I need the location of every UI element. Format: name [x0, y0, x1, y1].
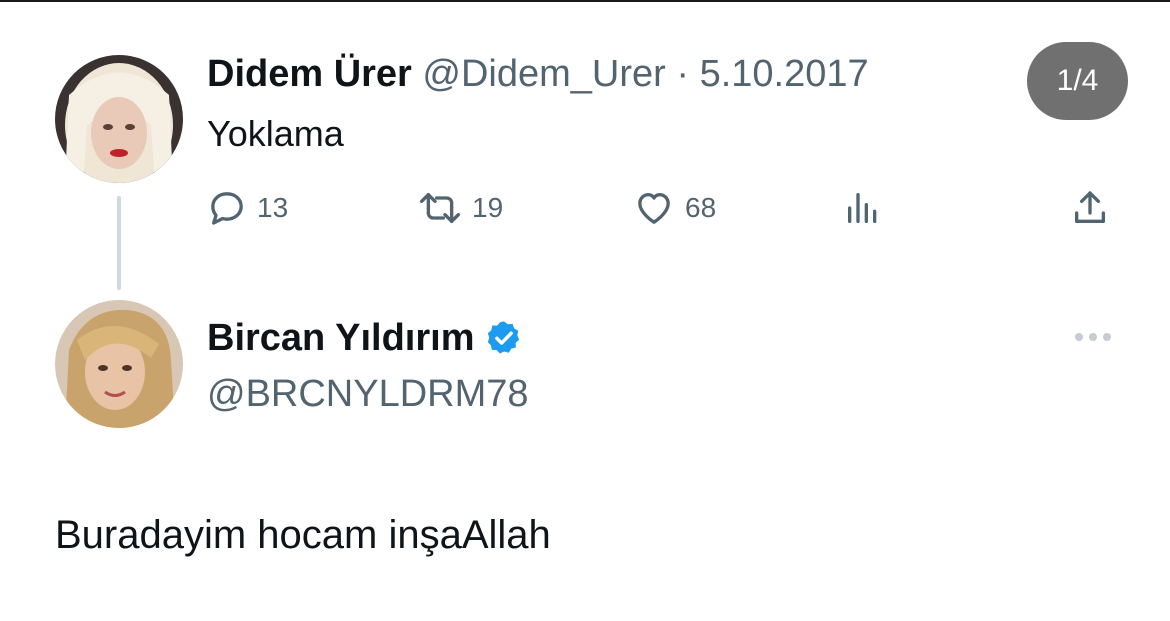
- verified-badge-icon: [487, 321, 519, 354]
- reply-icon: [211, 192, 243, 225]
- avatar-bircan[interactable]: [55, 300, 183, 428]
- top-divider: [0, 0, 1170, 2]
- reply-author-handle[interactable]: @BRCNYLDRM78: [207, 370, 529, 418]
- retweet-button[interactable]: 19: [418, 186, 503, 230]
- retweet-count: 19: [472, 192, 504, 223]
- reply-tweet-text: Buradayim hocam inşaAllah: [55, 513, 551, 557]
- more-options-icon[interactable]: [1072, 330, 1114, 344]
- author-name[interactable]: Didem Ürer: [207, 53, 412, 95]
- views-button[interactable]: [843, 186, 883, 230]
- tweet-date[interactable]: 5.10.2017: [700, 53, 869, 95]
- reply-button[interactable]: 13: [207, 186, 288, 230]
- views-icon: [848, 193, 877, 223]
- thread-connector-line: [117, 196, 121, 290]
- header-separator: ·: [676, 53, 690, 95]
- share-icon: [1075, 191, 1105, 223]
- image-page-counter: 1/4: [1027, 42, 1128, 120]
- like-button[interactable]: 68: [633, 186, 716, 230]
- share-button[interactable]: [1070, 186, 1110, 230]
- author-handle[interactable]: @Didem_Urer: [422, 53, 665, 95]
- avatar-didem[interactable]: [55, 55, 183, 183]
- reply-count: 13: [257, 192, 289, 223]
- tweet-header: Didem Ürer @Didem_Urer · 5.10.2017: [207, 50, 869, 98]
- reply-author-name[interactable]: Bircan Yıldırım: [207, 314, 475, 362]
- retweet-icon: [419, 193, 460, 223]
- tweet-text: Yoklama: [207, 113, 344, 154]
- like-count: 68: [685, 192, 717, 223]
- reply-author-name-row: Bircan Yıldırım: [207, 314, 523, 362]
- like-icon: [638, 193, 670, 224]
